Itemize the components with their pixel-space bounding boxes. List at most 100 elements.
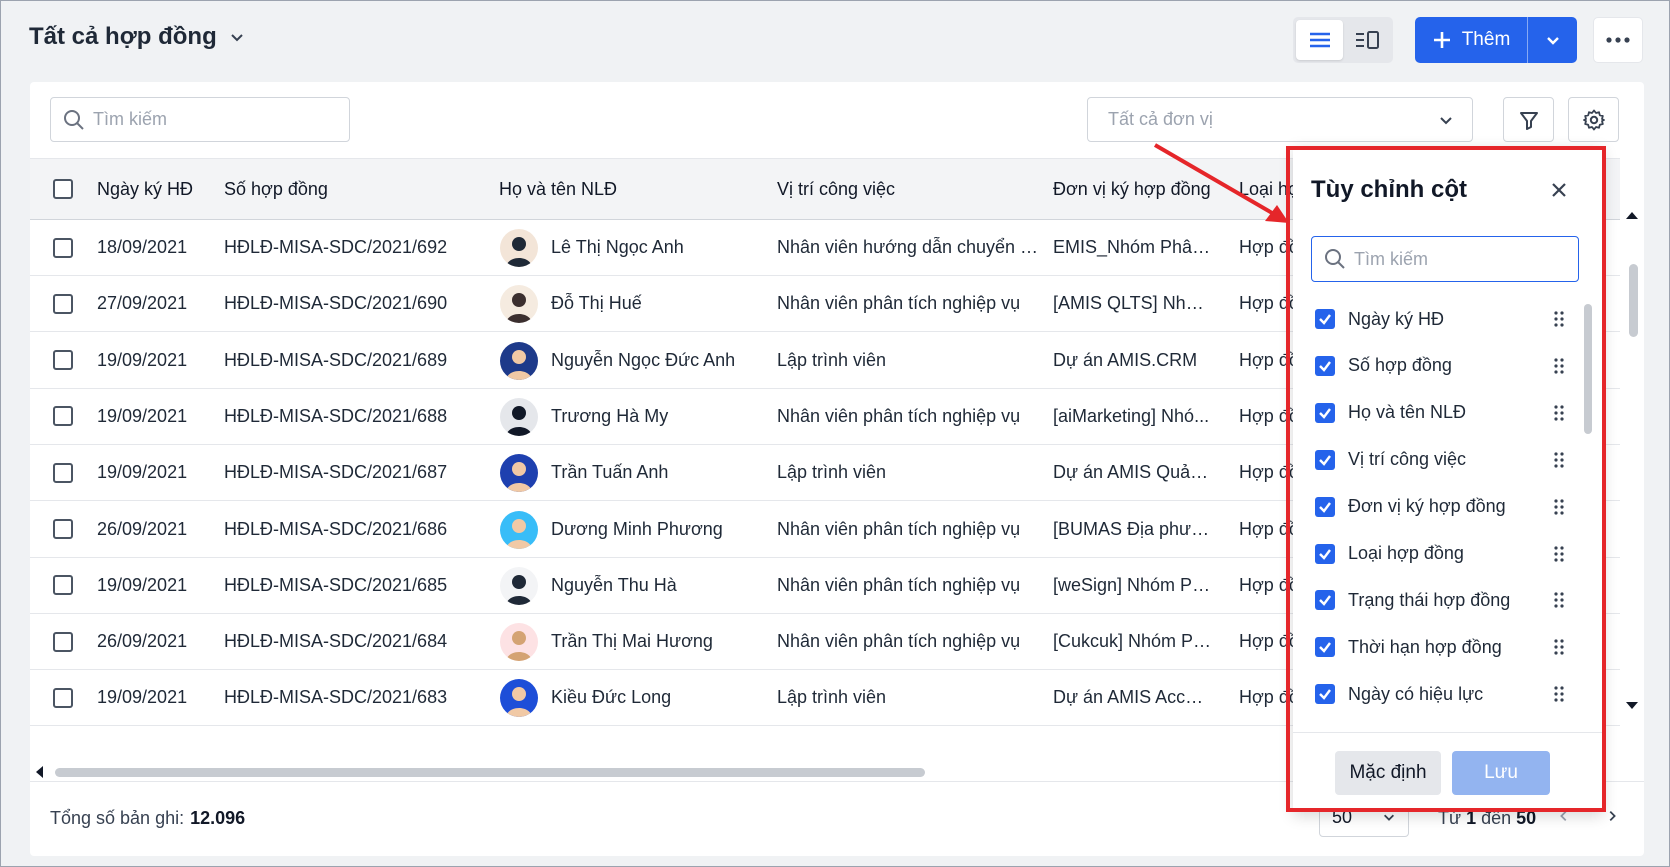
cell-contract-no: HĐLĐ-MISA-SDC/2021/684 <box>224 631 448 652</box>
panel-search-input[interactable] <box>1354 248 1574 270</box>
more-options-button[interactable] <box>1593 17 1643 63</box>
scroll-left-arrow[interactable] <box>36 766 43 778</box>
scrollbar-thumb[interactable] <box>55 768 925 777</box>
column-list-scrollbar[interactable] <box>1584 304 1592 434</box>
total-label: Tổng số bản ghi: <box>50 808 185 828</box>
check-icon <box>1319 642 1331 654</box>
drag-handle-icon[interactable] <box>1553 544 1565 564</box>
column-header[interactable]: Ngày ký HĐ <box>97 179 217 200</box>
cell-name: Lê Thị Ngọc Anh <box>551 237 684 257</box>
drag-handle-icon[interactable] <box>1553 684 1565 704</box>
avatar <box>500 341 538 380</box>
avatar <box>500 510 538 549</box>
column-checkbox[interactable] <box>1315 496 1335 517</box>
column-option-label: Vị trí công việc <box>1348 449 1467 470</box>
row-checkbox[interactable] <box>53 293 73 314</box>
split-view-icon <box>1355 31 1379 49</box>
column-option[interactable]: Trạng thái hợp đồng <box>1293 577 1593 623</box>
row-checkbox[interactable] <box>53 350 73 371</box>
drag-handle-icon[interactable] <box>1553 356 1565 376</box>
column-option[interactable]: Đơn vị ký hợp đồng <box>1293 484 1593 530</box>
column-option-label: Đơn vị ký hợp đồng <box>1348 496 1506 517</box>
column-checkbox[interactable] <box>1315 637 1335 658</box>
page-title[interactable]: Tất cả hợp đồng <box>29 23 245 51</box>
column-checkbox[interactable] <box>1315 355 1335 376</box>
next-page-button[interactable] <box>1600 804 1624 828</box>
cell-unit: Dự án AMIS Quản l... <box>1053 462 1213 483</box>
column-option-label: Loại hợp đồng <box>1348 543 1464 563</box>
drag-handle-icon[interactable] <box>1553 309 1565 329</box>
scrollbar-thumb[interactable] <box>1629 264 1638 337</box>
column-checkbox[interactable] <box>1315 449 1335 470</box>
column-checkbox[interactable] <box>1315 590 1335 611</box>
drag-handle-icon[interactable] <box>1553 497 1565 517</box>
add-button-group: Thêm <box>1415 17 1577 63</box>
cell-unit: [AMIS QLTS] Nhóm... <box>1053 293 1213 314</box>
cell-date: 26/09/2021 <box>97 631 188 652</box>
row-checkbox[interactable] <box>53 462 73 483</box>
row-checkbox[interactable] <box>53 575 73 596</box>
cell-date: 19/09/2021 <box>97 405 188 426</box>
total-value: 12.096 <box>190 808 246 828</box>
column-customize-panel: Tùy chỉnh cột Ngày ký HĐ Số hợp đồng <box>1293 146 1603 812</box>
scroll-down-arrow[interactable] <box>1626 702 1638 709</box>
column-option-label: Ngày có hiệu lực <box>1348 683 1484 704</box>
close-icon <box>1552 183 1566 197</box>
chevron-down-icon <box>1440 116 1452 124</box>
save-button[interactable]: Lưu <box>1452 751 1550 795</box>
column-header[interactable]: Số hợp đồng <box>224 179 494 200</box>
cell-name: Dương Minh Phương <box>551 518 723 539</box>
drag-handle-icon[interactable] <box>1553 403 1565 423</box>
row-checkbox[interactable] <box>53 237 73 258</box>
column-option[interactable]: Số hợp đồng <box>1293 343 1593 389</box>
column-option-label: Ngày ký HĐ <box>1348 308 1445 329</box>
column-checkbox[interactable] <box>1315 309 1335 329</box>
page-title-text: Tất cả hợp đồng <box>29 23 217 50</box>
select-all-checkbox[interactable] <box>53 179 73 199</box>
check-icon <box>1319 361 1331 372</box>
column-header[interactable]: Đơn vị ký hợp đồng <box>1053 179 1233 200</box>
list-view-button[interactable] <box>1296 20 1343 60</box>
cell-contract-no: HĐLĐ-MISA-SDC/2021/692 <box>224 237 448 257</box>
add-button[interactable]: Thêm <box>1415 17 1527 63</box>
vertical-scrollbar[interactable] <box>1625 212 1639 712</box>
column-list: Ngày ký HĐ Số hợp đồng Họ và tên NLĐ Vị … <box>1293 296 1603 732</box>
scroll-up-arrow[interactable] <box>1626 212 1638 219</box>
drag-handle-icon[interactable] <box>1553 450 1565 470</box>
column-header[interactable]: Vị trí công việc <box>777 179 1039 200</box>
add-dropdown-button[interactable] <box>1527 17 1577 63</box>
split-view-button[interactable] <box>1343 20 1390 60</box>
search-input[interactable] <box>93 109 333 130</box>
close-button[interactable] <box>1545 176 1573 204</box>
default-button[interactable]: Mặc định <box>1335 751 1441 795</box>
drag-handle-icon[interactable] <box>1553 637 1565 657</box>
column-checkbox[interactable] <box>1315 684 1335 705</box>
cell-position: Nhân viên phân tích nghiệp vụ <box>777 293 1021 314</box>
cell-name: Nguyễn Ngọc Đức Anh <box>551 349 736 370</box>
drag-handle-icon[interactable] <box>1553 590 1565 610</box>
panel-footer: Mặc định Lưu <box>1293 732 1603 812</box>
column-settings-button[interactable] <box>1568 97 1619 142</box>
row-checkbox[interactable] <box>53 687 73 708</box>
column-option[interactable]: Ngày có hiệu lực <box>1293 671 1593 717</box>
column-option[interactable]: Họ và tên NLĐ <box>1293 390 1593 436</box>
column-checkbox[interactable] <box>1315 543 1335 564</box>
column-option[interactable]: Ngày ký HĐ <box>1293 296 1593 342</box>
row-checkbox[interactable] <box>53 406 73 427</box>
unit-select[interactable]: Tất cả đơn vị <box>1087 97 1473 142</box>
avatar <box>500 623 538 662</box>
row-checkbox[interactable] <box>53 519 73 539</box>
cell-unit: Dự án AMIS Accou... <box>1053 687 1213 708</box>
cell-unit: Dự án AMIS.CRM <box>1053 349 1198 370</box>
check-icon <box>1319 454 1331 466</box>
column-checkbox[interactable] <box>1315 402 1335 423</box>
check-icon <box>1319 314 1331 325</box>
column-option[interactable]: Loại hợp đồng <box>1293 531 1593 577</box>
column-option[interactable]: Vị trí công việc <box>1293 437 1593 483</box>
avatar <box>500 679 538 718</box>
check-icon <box>1319 689 1331 701</box>
column-header[interactable]: Họ và tên NLĐ <box>499 179 617 200</box>
column-option[interactable]: Thời hạn hợp đồng <box>1293 624 1593 670</box>
filter-button[interactable] <box>1503 97 1554 142</box>
row-checkbox[interactable] <box>53 631 73 652</box>
